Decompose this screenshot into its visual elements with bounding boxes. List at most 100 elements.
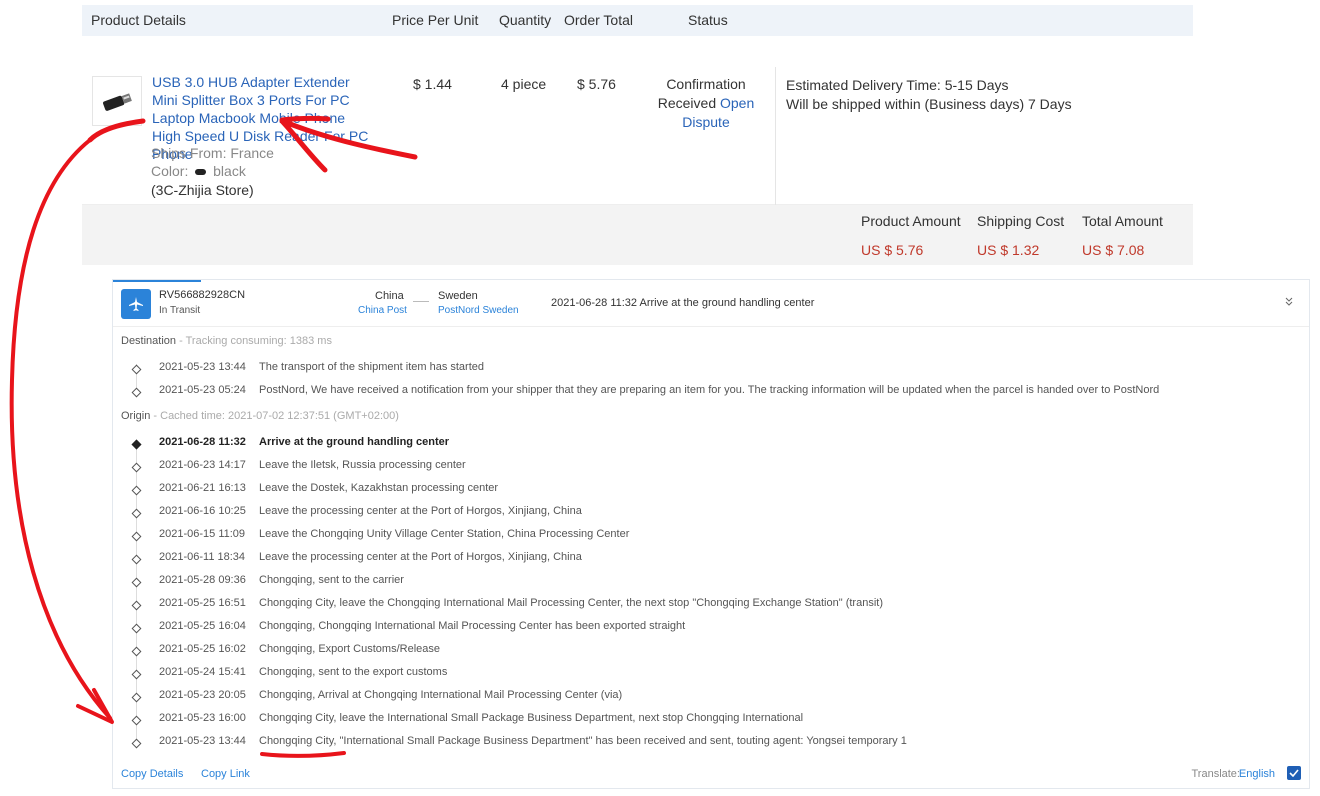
event-description: Chongqing, Chongqing International Mail … bbox=[259, 620, 686, 632]
ships-from: Ships From: France bbox=[151, 145, 274, 161]
active-indicator bbox=[113, 280, 201, 282]
delivery-info: Estimated Delivery Time: 5-15 Days Will … bbox=[786, 76, 1072, 114]
header-status: Status bbox=[688, 12, 728, 28]
event-description: Leave the Dostek, Kazakhstan processing … bbox=[259, 482, 499, 494]
order-totals: Product Amount US $ 5.76 Shipping Cost U… bbox=[82, 205, 1193, 265]
event-time: 2021-05-23 13:44 bbox=[159, 735, 246, 747]
timeline-diamond-icon bbox=[131, 738, 142, 749]
timeline-diamond-icon bbox=[131, 623, 142, 634]
translate-checkbox[interactable] bbox=[1287, 766, 1301, 780]
copy-link-link[interactable]: Copy Link bbox=[201, 768, 250, 780]
timeline-diamond-icon bbox=[131, 387, 142, 398]
event-time: 2021-05-23 13:44 bbox=[159, 361, 246, 373]
destination-country: Sweden bbox=[438, 290, 478, 302]
latest-event: 2021-06-28 11:32 Arrive at the ground ha… bbox=[551, 297, 815, 309]
origin-carrier-link[interactable]: China Post bbox=[358, 305, 407, 316]
shipping-cost-label: Shipping Cost bbox=[977, 213, 1065, 229]
timeline-diamond-icon bbox=[131, 600, 142, 611]
event-time: 2021-05-25 16:04 bbox=[159, 620, 246, 632]
header-price: Price Per Unit bbox=[392, 12, 479, 28]
timeline-diamond-icon bbox=[131, 531, 142, 542]
event-description: PostNord, We have received a notificatio… bbox=[259, 384, 1160, 396]
event-time: 2021-06-15 11:09 bbox=[159, 528, 246, 540]
timeline-event: 2021-05-23 20:05 Chongqing, Arrival at Ch… bbox=[113, 688, 1309, 711]
timeline-event: 2021-05-25 16:51 Chongqing City, leave th… bbox=[113, 596, 1309, 619]
quantity-value: 4 piece bbox=[501, 76, 547, 92]
order-status: Confirmation Received Open Dispute bbox=[642, 75, 770, 132]
order-total-value: $ 5.76 bbox=[577, 76, 616, 92]
timeline-diamond-icon bbox=[131, 715, 142, 726]
route-arrow-icon bbox=[413, 301, 429, 302]
product-thumbnail[interactable] bbox=[92, 76, 142, 126]
timeline-event: 2021-06-23 14:17 Leave the Iletsk, Russia… bbox=[113, 458, 1309, 481]
event-time: 2021-05-23 05:24 bbox=[159, 384, 246, 396]
event-time: 2021-05-25 16:02 bbox=[159, 643, 246, 655]
destination-section-title: Destination - Tracking consuming: 1383 m… bbox=[121, 335, 332, 347]
timeline-event: 2021-06-16 10:25 Leave the processing cen… bbox=[113, 504, 1309, 527]
event-time: 2021-05-23 16:00 bbox=[159, 712, 246, 724]
header-order-total: Order Total bbox=[564, 12, 633, 28]
event-description: Arrive at the ground handling center bbox=[259, 436, 450, 448]
copy-details-link[interactable]: Copy Details bbox=[121, 768, 183, 780]
event-description: Leave the processing center at the Port … bbox=[259, 551, 582, 563]
price-per-unit: $ 1.44 bbox=[413, 76, 452, 92]
color-value: black bbox=[213, 163, 246, 179]
event-time: 2021-05-23 20:05 bbox=[159, 689, 246, 701]
event-description: Chongqing, Export Customs/Release bbox=[259, 643, 440, 655]
airplane-icon bbox=[121, 289, 151, 319]
timeline-diamond-icon bbox=[131, 485, 142, 496]
event-time: 2021-05-24 15:41 bbox=[159, 666, 246, 678]
event-description: Chongqing, Arrival at Chongqing Internat… bbox=[259, 689, 623, 701]
origin-country: China bbox=[375, 290, 404, 302]
product-color: Color: black bbox=[151, 163, 246, 179]
total-amount-value: US $ 7.08 bbox=[1082, 242, 1145, 258]
timeline-event: 2021-05-23 16:00 Chongqing City, leave th… bbox=[113, 711, 1309, 734]
event-description: Chongqing, sent to the carrier bbox=[259, 574, 404, 586]
product-amount-label: Product Amount bbox=[861, 213, 961, 229]
color-label: Color: bbox=[151, 163, 189, 179]
event-time: 2021-06-21 16:13 bbox=[159, 482, 246, 494]
destination-carrier-link[interactable]: PostNord Sweden bbox=[438, 305, 519, 316]
event-time: 2021-06-23 14:17 bbox=[159, 459, 246, 471]
tracking-status: In Transit bbox=[159, 305, 201, 316]
event-description: Chongqing, sent to the export customs bbox=[259, 666, 448, 678]
timeline-event: 2021-05-25 16:02 Chongqing, Export Custom… bbox=[113, 642, 1309, 665]
order-row: USB 3.0 HUB Adapter Extender Mini Splitt… bbox=[82, 36, 1193, 235]
timeline-event: 2021-05-24 15:41 Chongqing, sent to the e… bbox=[113, 665, 1309, 688]
timeline-diamond-icon bbox=[131, 462, 142, 473]
timeline-event: 2021-05-23 13:44 The transport of the shi… bbox=[113, 360, 1309, 383]
timeline-event: 2021-05-28 09:36 Chongqing, sent to the c… bbox=[113, 573, 1309, 596]
event-description: Chongqing City, leave the International … bbox=[259, 712, 804, 724]
timeline-event: 2021-05-23 05:24 PostNord, We have receiv… bbox=[113, 383, 1309, 406]
estimated-delivery: Estimated Delivery Time: 5-15 Days bbox=[786, 77, 1009, 93]
timeline-event: 2021-06-28 11:32 Arrive at the ground han… bbox=[113, 435, 1309, 458]
timeline-diamond-icon bbox=[131, 669, 142, 680]
store-name: (3C-Zhijia Store) bbox=[151, 182, 254, 198]
order-header: Product Details Price Per Unit Quantity … bbox=[82, 5, 1193, 36]
product-amount-value: US $ 5.76 bbox=[861, 242, 924, 258]
ship-within: Will be shipped within (Business days) 7… bbox=[786, 96, 1072, 112]
header-quantity: Quantity bbox=[499, 12, 552, 28]
event-time: 2021-05-28 09:36 bbox=[159, 574, 246, 586]
arrow-head bbox=[76, 688, 114, 724]
event-description: Leave the Iletsk, Russia processing cent… bbox=[259, 459, 466, 471]
timeline-event: 2021-06-21 16:13 Leave the Dostek, Kazakh… bbox=[113, 481, 1309, 504]
event-description: Chongqing City, "International Small Pac… bbox=[259, 735, 907, 747]
tracking-summary[interactable]: RV566882928CN In Transit China China Pos… bbox=[113, 280, 1309, 327]
event-description: Leave the processing center at the Port … bbox=[259, 505, 582, 517]
timeline-event: 2021-05-25 16:04 Chongqing, Chongqing Int… bbox=[113, 619, 1309, 642]
event-description: Leave the Chongqing Unity Village Center… bbox=[259, 528, 630, 540]
tracking-panel: RV566882928CN In Transit China China Pos… bbox=[112, 279, 1310, 789]
timeline-diamond-icon bbox=[131, 554, 142, 565]
order-panel: Product Details Price Per Unit Quantity … bbox=[82, 5, 1193, 265]
translate-language[interactable]: English bbox=[1239, 768, 1275, 780]
event-description: Chongqing City, leave the Chongqing Inte… bbox=[259, 597, 883, 609]
event-time: 2021-06-28 11:32 bbox=[159, 436, 246, 448]
origin-section-title: Origin - Cached time: 2021-07-02 12:37:5… bbox=[121, 410, 399, 422]
event-time: 2021-05-25 16:51 bbox=[159, 597, 246, 609]
tracking-footer: Copy Details Copy Link Translate: Englis… bbox=[113, 754, 1309, 788]
tracking-number[interactable]: RV566882928CN bbox=[159, 289, 245, 301]
timeline-event: 2021-06-15 11:09 Leave the Chongqing Unit… bbox=[113, 527, 1309, 550]
timeline-diamond-icon bbox=[131, 439, 142, 450]
collapse-chevrons-icon[interactable] bbox=[1285, 297, 1293, 310]
